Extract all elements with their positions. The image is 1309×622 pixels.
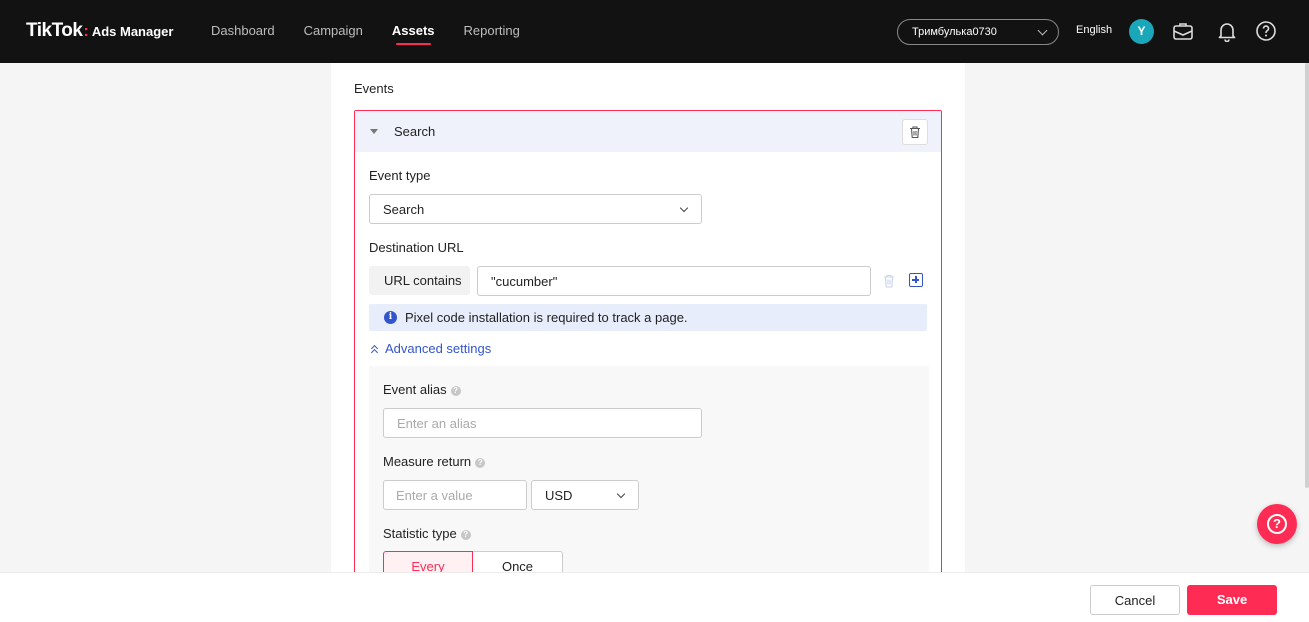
measure-return-label: Measure return? bbox=[383, 454, 486, 469]
tiktok-ads-manager-logo[interactable]: TikTok : Ads Manager bbox=[26, 20, 173, 42]
event-card-header[interactable]: Search bbox=[355, 111, 941, 152]
double-chevron-up-icon bbox=[370, 344, 380, 357]
trash-icon bbox=[910, 126, 920, 139]
url-condition: URL contains bbox=[369, 266, 470, 295]
account-name: Тримбулька0730 bbox=[912, 26, 997, 38]
top-bar: TikTok : Ads Manager Dashboard Campaign … bbox=[0, 0, 1309, 63]
footer-bar: Cancel Save bbox=[0, 572, 1309, 622]
advanced-settings-label: Advanced settings bbox=[385, 341, 492, 356]
help-tooltip-icon[interactable]: ? bbox=[450, 386, 461, 396]
nav-dashboard[interactable]: Dashboard bbox=[211, 23, 275, 38]
language-selector[interactable]: English bbox=[1076, 24, 1112, 36]
event-type-value: Search bbox=[383, 202, 425, 217]
events-panel: Events Search Event type Search Destinat… bbox=[331, 63, 965, 572]
event-card: Search Event type Search Destination URL… bbox=[354, 110, 942, 572]
nav-campaign[interactable]: Campaign bbox=[304, 23, 363, 38]
logo-dot: : bbox=[83, 23, 89, 40]
event-alias-input[interactable]: Enter an alias bbox=[383, 408, 702, 438]
statistic-option-every[interactable]: Every bbox=[383, 551, 473, 572]
measure-return-input[interactable]: Enter a value bbox=[383, 480, 527, 510]
logo-text: TikTok bbox=[26, 20, 83, 41]
nav-reporting[interactable]: Reporting bbox=[464, 23, 520, 38]
currency-select[interactable]: USD bbox=[531, 480, 639, 510]
destination-url-label: Destination URL bbox=[369, 240, 464, 255]
currency-value: USD bbox=[545, 488, 573, 503]
chevron-down-icon bbox=[1037, 25, 1048, 36]
briefcase-icon[interactable] bbox=[1172, 20, 1194, 42]
logo-subtitle: Ads Manager bbox=[91, 24, 174, 39]
event-card-title: Search bbox=[394, 124, 436, 139]
measure-return-placeholder: Enter a value bbox=[396, 488, 473, 503]
help-chat-button[interactable]: ? bbox=[1257, 504, 1297, 544]
chevron-down-icon bbox=[679, 203, 689, 213]
chevron-down-icon bbox=[616, 489, 626, 499]
help-icon[interactable] bbox=[1255, 20, 1277, 42]
pixel-notice: i Pixel code installation is required to… bbox=[369, 304, 927, 331]
statistic-option-once[interactable]: Once bbox=[473, 551, 563, 572]
delete-event-button[interactable] bbox=[902, 119, 928, 145]
account-selector[interactable]: Тримбулька0730 bbox=[897, 19, 1059, 45]
help-tooltip-icon[interactable]: ? bbox=[460, 530, 471, 540]
event-alias-label: Event alias? bbox=[383, 382, 461, 397]
section-title: Events bbox=[354, 81, 394, 96]
cancel-button[interactable]: Cancel bbox=[1090, 585, 1180, 615]
measure-return-label-text: Measure return bbox=[383, 454, 472, 469]
statistic-type-segmented: Every Once bbox=[383, 551, 563, 572]
save-button[interactable]: Save bbox=[1187, 585, 1277, 615]
url-value-input[interactable]: "cucumber" bbox=[477, 266, 871, 296]
pixel-notice-text: Pixel code installation is required to t… bbox=[405, 310, 688, 325]
event-alias-placeholder: Enter an alias bbox=[397, 416, 477, 431]
avatar[interactable]: Y bbox=[1129, 19, 1154, 44]
event-alias-label-text: Event alias bbox=[383, 382, 447, 397]
bell-icon[interactable] bbox=[1216, 20, 1238, 43]
statistic-type-label: Statistic type? bbox=[383, 526, 471, 541]
caret-down-icon[interactable] bbox=[370, 129, 378, 134]
statistic-type-label-text: Statistic type bbox=[383, 526, 457, 541]
main-nav: Dashboard Campaign Assets Reporting bbox=[211, 23, 549, 45]
page-scrollbar[interactable] bbox=[1305, 63, 1309, 488]
advanced-settings-box: Event alias? Enter an alias Measure retu… bbox=[369, 366, 929, 572]
event-type-label: Event type bbox=[369, 168, 431, 183]
add-url-rule-icon[interactable] bbox=[909, 273, 923, 287]
advanced-settings-toggle[interactable]: Advanced settings bbox=[370, 341, 492, 357]
event-type-select[interactable]: Search bbox=[369, 194, 702, 224]
nav-assets[interactable]: Assets bbox=[392, 23, 435, 45]
info-icon: i bbox=[384, 311, 397, 324]
help-tooltip-icon[interactable]: ? bbox=[475, 458, 486, 468]
question-icon: ? bbox=[1267, 514, 1287, 534]
delete-url-rule-icon[interactable] bbox=[881, 272, 897, 290]
